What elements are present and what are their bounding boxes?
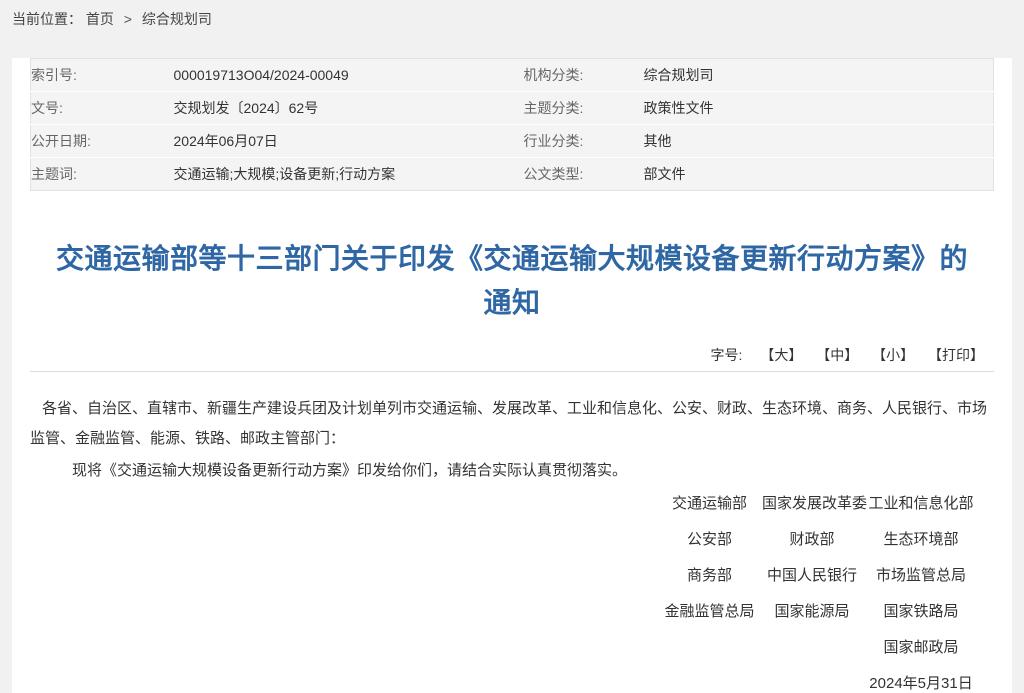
- print-button[interactable]: 【打印】: [928, 347, 984, 363]
- font-size-large-button[interactable]: 【大】: [760, 347, 802, 363]
- breadcrumb-label: 当前位置：: [12, 11, 82, 27]
- signature-row: 公安部 财政部 生态环境部: [657, 522, 980, 558]
- signature-agency: 市场监管总局: [862, 558, 980, 594]
- font-size-controls: 字号: 【大】 【中】 【小】 【打印】: [30, 345, 994, 365]
- document-body: 各省、自治区、直辖市、新疆生产建设兵团及计划单列市交通运输、发展改革、工业和信息…: [30, 394, 994, 486]
- meta-label-org-category: 机构分类:: [524, 59, 644, 92]
- signature-agency: 中国人民银行: [762, 558, 862, 594]
- breadcrumb-separator: >: [124, 11, 132, 27]
- signature-agency: 国家邮政局: [862, 630, 980, 666]
- signature-row: 交通运输部 国家发展改革委 工业和信息化部: [657, 486, 980, 522]
- signature-agency: 国家铁路局: [862, 594, 980, 630]
- document-meta-table: 索引号: 000019713O04/2024-00049 机构分类: 综合规划司…: [30, 58, 994, 191]
- meta-value-keywords: 交通运输;大规模;设备更新;行动方案: [174, 158, 524, 191]
- addressee-paragraph: 各省、自治区、直辖市、新疆生产建设兵团及计划单列市交通运输、发展改革、工业和信息…: [30, 394, 994, 454]
- meta-value-doc-number: 交规划发〔2024〕62号: [174, 92, 524, 125]
- signature-date: 2024年5月31日: [862, 666, 980, 693]
- signature-agency: [762, 630, 862, 666]
- signature-agency: 国家发展改革委: [762, 486, 862, 522]
- font-size-small-button[interactable]: 【小】: [872, 347, 914, 363]
- signature-agency: 商务部: [657, 558, 762, 594]
- signature-row: 国家邮政局: [657, 630, 980, 666]
- meta-label-doc-type: 公文类型:: [524, 158, 644, 191]
- signature-agency: 生态环境部: [862, 522, 980, 558]
- meta-value-topic-category: 政策性文件: [644, 92, 994, 125]
- signature-row: 2024年5月31日: [657, 666, 980, 693]
- meta-value-index-number: 000019713O04/2024-00049: [174, 59, 524, 92]
- signature-block: 交通运输部 国家发展改革委 工业和信息化部 公安部 财政部 生态环境部 商务部 …: [657, 486, 980, 693]
- signature-date-spacer: [762, 666, 862, 693]
- meta-row: 索引号: 000019713O04/2024-00049 机构分类: 综合规划司: [31, 59, 994, 92]
- signature-agency: 金融监管总局: [657, 594, 762, 630]
- meta-value-industry-category: 其他: [644, 125, 994, 158]
- meta-value-org-category: 综合规划司: [644, 59, 994, 92]
- signature-agency: 交通运输部: [657, 486, 762, 522]
- meta-label-doc-number: 文号:: [31, 92, 174, 125]
- font-size-label: 字号:: [711, 347, 743, 363]
- signature-agency: 公安部: [657, 522, 762, 558]
- content-panel: 索引号: 000019713O04/2024-00049 机构分类: 综合规划司…: [12, 58, 1012, 693]
- meta-label-industry-category: 行业分类:: [524, 125, 644, 158]
- title-divider: [30, 371, 994, 372]
- signature-agency: [657, 630, 762, 666]
- signature-row: 金融监管总局 国家能源局 国家铁路局: [657, 594, 980, 630]
- meta-label-publish-date: 公开日期:: [31, 125, 174, 158]
- meta-row: 主题词: 交通运输;大规模;设备更新;行动方案 公文类型: 部文件: [31, 158, 994, 191]
- signature-row: 商务部 中国人民银行 市场监管总局: [657, 558, 980, 594]
- meta-label-index-number: 索引号:: [31, 59, 174, 92]
- signature-agency: 财政部: [762, 522, 862, 558]
- signature-date-spacer: [657, 666, 762, 693]
- breadcrumb-link-home[interactable]: 首页: [86, 11, 114, 27]
- meta-value-doc-type: 部文件: [644, 158, 994, 191]
- meta-value-publish-date: 2024年06月07日: [174, 125, 524, 158]
- font-size-medium-button[interactable]: 【中】: [816, 347, 858, 363]
- signature-agency: 工业和信息化部: [862, 486, 980, 522]
- page-title: 交通运输部等十三部门关于印发《交通运输大规模设备更新行动方案》的通知: [56, 237, 968, 325]
- breadcrumb-link-section[interactable]: 综合规划司: [142, 11, 212, 27]
- signature-agency: 国家能源局: [762, 594, 862, 630]
- meta-label-topic-category: 主题分类:: [524, 92, 644, 125]
- breadcrumb: 当前位置： 首页 > 综合规划司: [0, 0, 1024, 43]
- meta-row: 公开日期: 2024年06月07日 行业分类: 其他: [31, 125, 994, 158]
- meta-label-keywords: 主题词:: [31, 158, 174, 191]
- meta-row: 文号: 交规划发〔2024〕62号 主题分类: 政策性文件: [31, 92, 994, 125]
- notice-paragraph: 现将《交通运输大规模设备更新行动方案》印发给你们，请结合实际认真贯彻落实。: [30, 456, 994, 486]
